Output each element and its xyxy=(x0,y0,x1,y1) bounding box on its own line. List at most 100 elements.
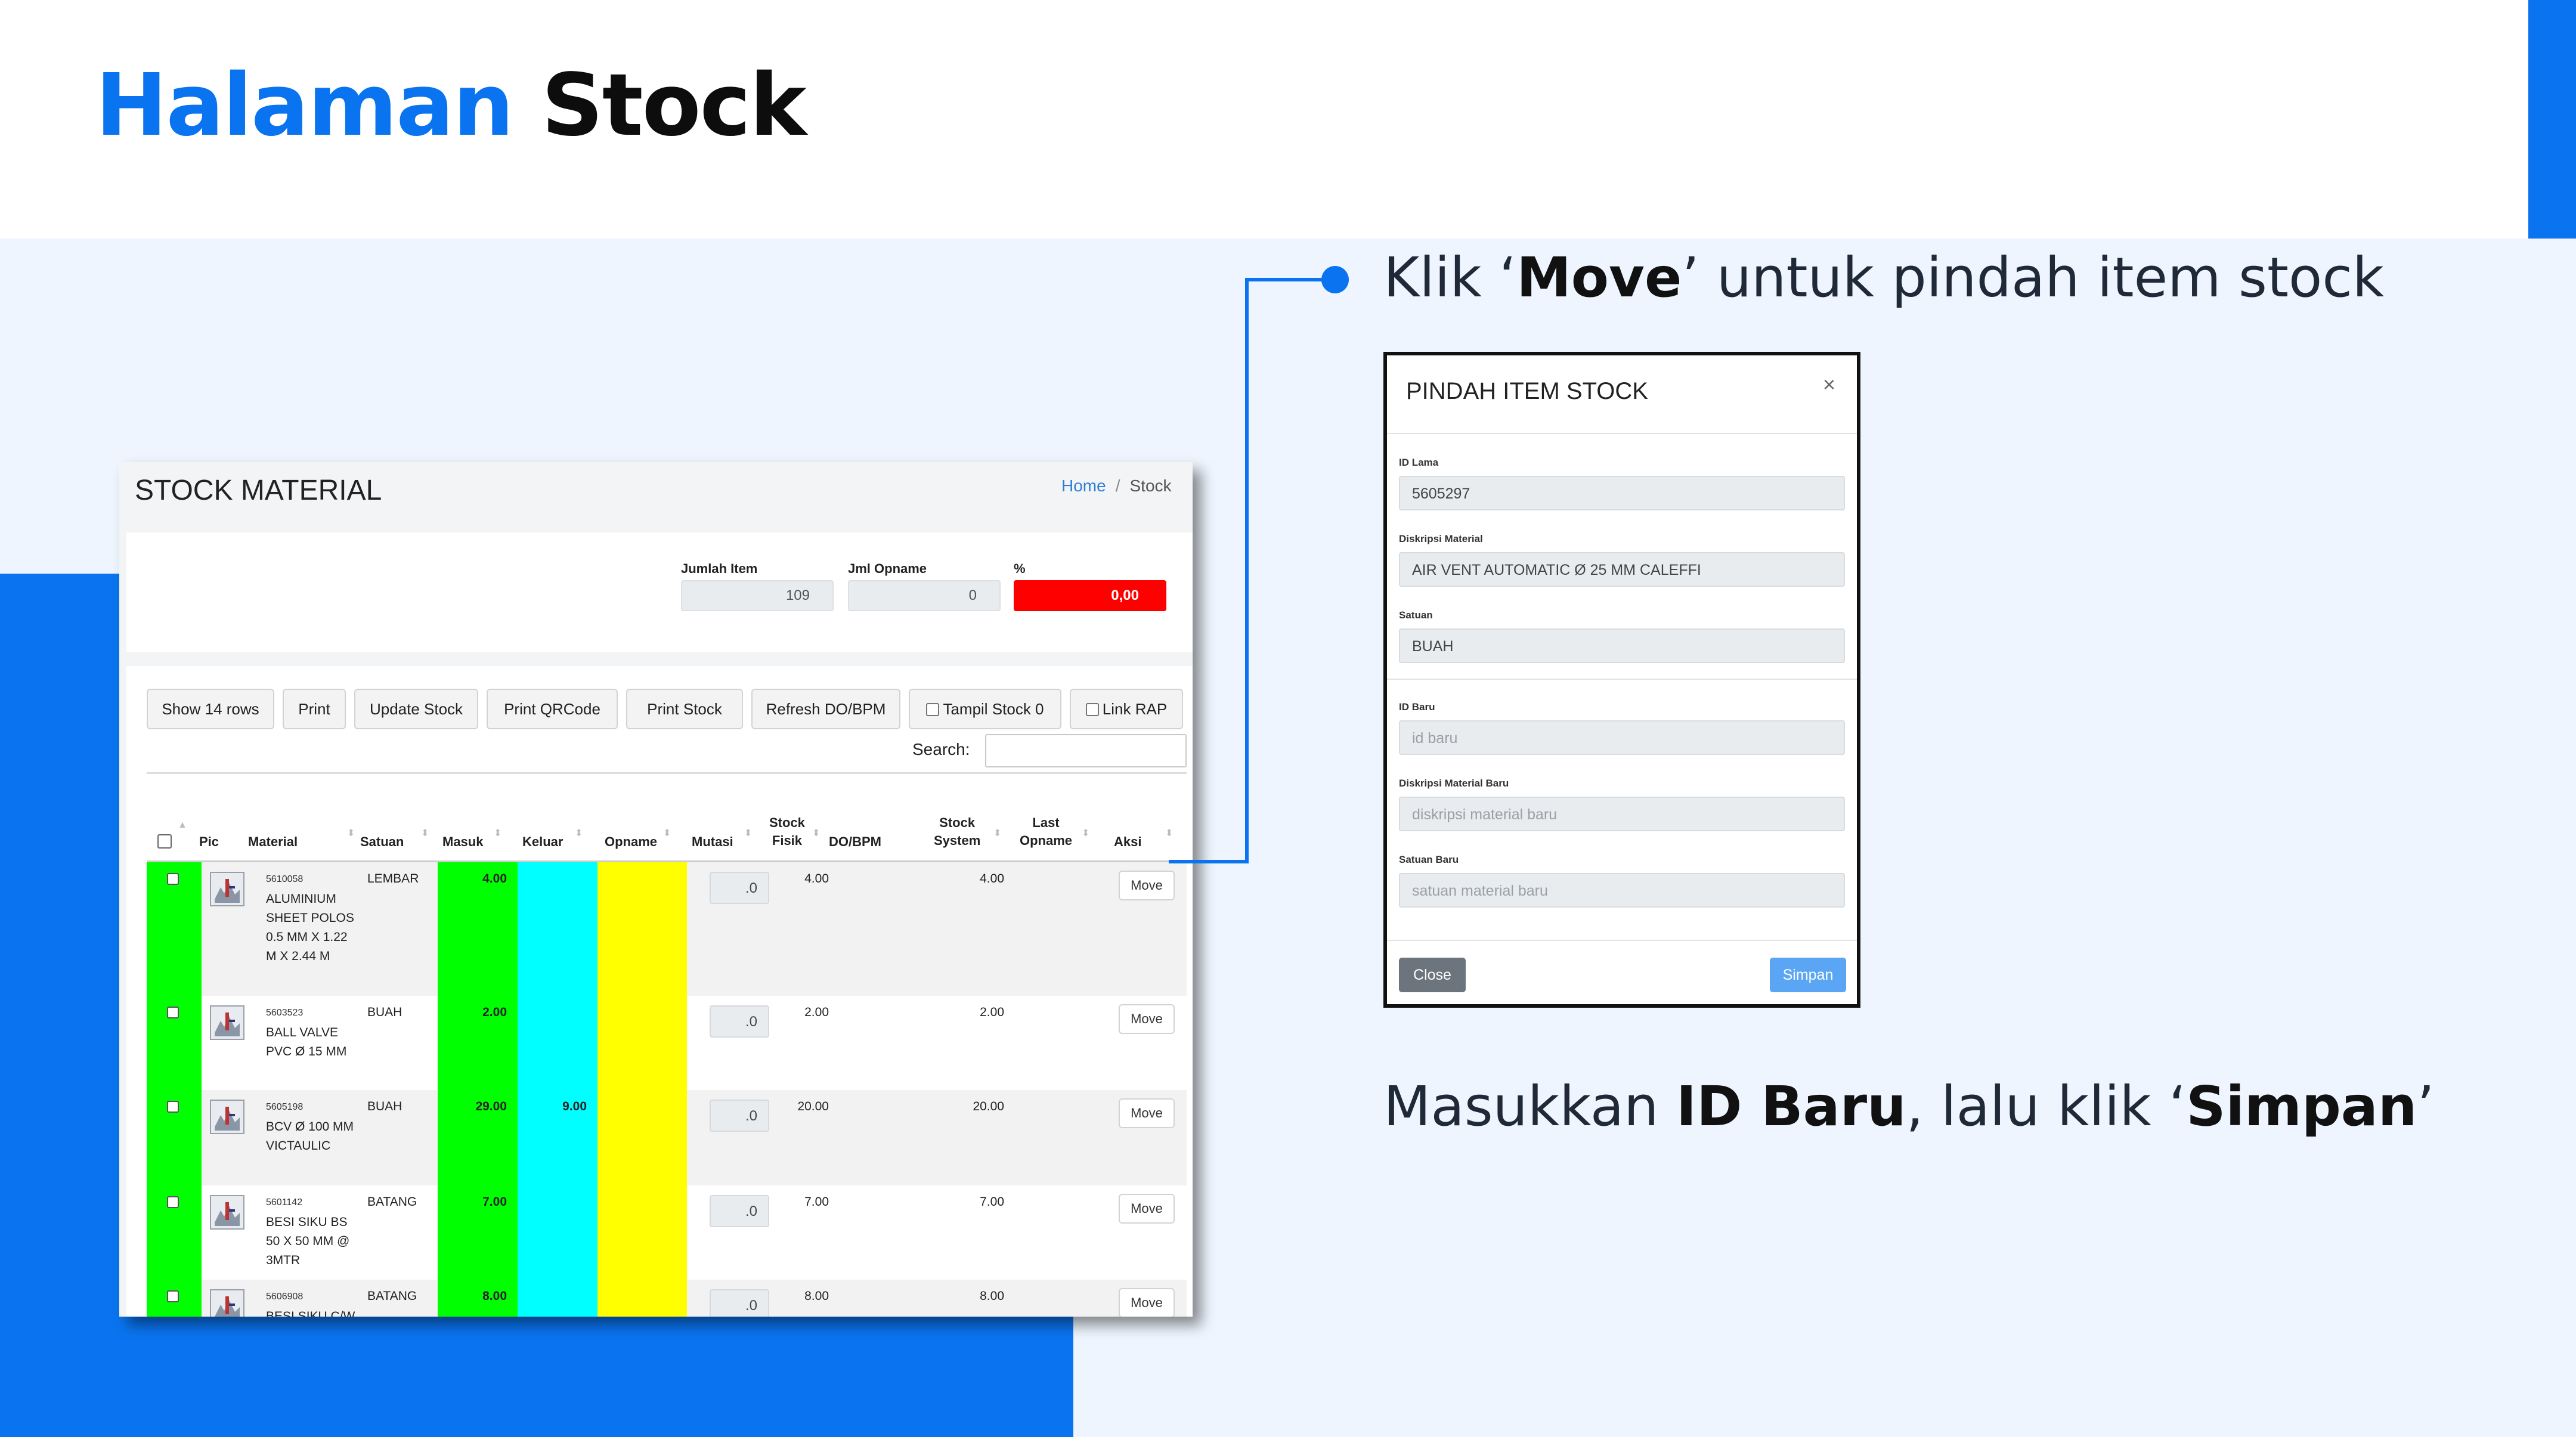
satuan-baru-input[interactable]: satuan material baru xyxy=(1399,873,1845,908)
stock-system-value: 2.00 xyxy=(980,1005,1004,1019)
satuan-cell: BUAH xyxy=(367,1100,402,1113)
masuk-cell: 4.00 xyxy=(438,862,518,996)
material-image[interactable] xyxy=(210,1195,244,1230)
satuan-field[interactable]: BUAH xyxy=(1399,628,1845,663)
mutasi-input[interactable]: .0 xyxy=(710,1005,769,1038)
stock-fisik-value: 2.00 xyxy=(804,1005,829,1019)
tampil-stock-toggle[interactable]: Tampil Stock 0 xyxy=(909,689,1061,729)
satuan-label: Satuan xyxy=(1399,609,1433,621)
stock-fisik-value: 4.00 xyxy=(804,872,829,886)
sort-icon[interactable]: ⬍ xyxy=(421,827,429,839)
table-row: 5601142 BESI SIKU BS 50 X 50 MM @ 3MTR B… xyxy=(147,1185,1187,1280)
mutasi-input[interactable]: .0 xyxy=(710,1100,769,1132)
satuan-cell: BATANG xyxy=(367,1289,417,1303)
header-stock-fisik[interactable]: Stock Fisik xyxy=(769,814,805,850)
masuk-cell: 2.00 xyxy=(438,996,518,1090)
header-do-bpm[interactable]: DO/BPM xyxy=(829,833,881,851)
header-stock-system-line1: Stock xyxy=(939,815,976,830)
row-checkbox[interactable] xyxy=(167,1290,179,1302)
material-code: 5610058 xyxy=(266,874,304,884)
sort-icon[interactable]: ⬍ xyxy=(663,827,671,839)
table-row: 5606908 BESI SIKU C/W BATANG 8.00 .0 8.0… xyxy=(147,1280,1187,1317)
sort-icon[interactable]: ⬍ xyxy=(575,827,583,839)
slide-title-stock: Stock xyxy=(541,55,807,155)
keluar-cell xyxy=(518,1280,597,1317)
mutasi-input[interactable]: .0 xyxy=(710,872,769,904)
header-last-opname[interactable]: Last Opname xyxy=(1020,814,1072,850)
table-row: 5605198 BCV Ø 100 MM VICTAULIC BUAH 29.0… xyxy=(147,1090,1187,1185)
header-satuan[interactable]: Satuan xyxy=(360,833,404,851)
keluar-cell xyxy=(518,1185,597,1280)
header-material[interactable]: Material xyxy=(248,833,298,851)
mutasi-input[interactable]: .0 xyxy=(710,1289,769,1317)
table-row: 5603523 BALL VALVE PVC Ø 15 MM BUAH 2.00… xyxy=(147,996,1187,1090)
material-code: 5601142 xyxy=(266,1197,303,1208)
masuk-cell: 29.00 xyxy=(438,1090,518,1185)
row-checkbox[interactable] xyxy=(167,1007,179,1018)
jumlah-item-label: Jumlah Item xyxy=(681,561,758,576)
material-image[interactable] xyxy=(210,1005,244,1040)
header-mutasi[interactable]: Mutasi xyxy=(692,833,733,851)
sort-icon[interactable]: ⬍ xyxy=(744,827,752,839)
tampil-stock-checkbox[interactable] xyxy=(926,703,940,716)
material-code: 5605198 xyxy=(266,1102,304,1112)
mutasi-input[interactable]: .0 xyxy=(710,1195,769,1227)
id-baru-input[interactable]: id baru xyxy=(1399,720,1845,755)
sort-icon[interactable]: ⬍ xyxy=(1165,827,1173,839)
row-checkbox[interactable] xyxy=(167,873,179,885)
jml-opname-label: Jml Opname xyxy=(848,561,927,576)
callout-simpan-instruction: Masukkan ID Baru, lalu klik ‘Simpan’ xyxy=(1383,1075,2435,1138)
sort-icon[interactable]: ⬍ xyxy=(1082,827,1089,839)
material-code: 5603523 xyxy=(266,1008,304,1018)
refresh-do-bpm-button[interactable]: Refresh DO/BPM xyxy=(751,689,900,729)
callout-bold: ID Baru xyxy=(1676,1075,1906,1138)
header-pic[interactable]: Pic xyxy=(199,833,219,851)
percent-value: 0,00 xyxy=(1014,580,1166,611)
search-input[interactable] xyxy=(985,734,1187,767)
close-button[interactable]: Close xyxy=(1399,958,1466,992)
breadcrumb-home-link[interactable]: Home xyxy=(1061,476,1106,495)
table-row: 5610058 ALUMINIUM SHEET POLOS 0.5 MM X 1… xyxy=(147,862,1187,996)
sort-icon[interactable]: ⬍ xyxy=(812,827,820,839)
link-rap-toggle[interactable]: Link RAP xyxy=(1070,689,1183,729)
diskripsi-material-field[interactable]: AIR VENT AUTOMATIC Ø 25 MM CALEFFI xyxy=(1399,552,1845,587)
move-button[interactable]: Move xyxy=(1119,1004,1175,1034)
header-keluar[interactable]: Keluar xyxy=(522,833,563,851)
header-stock-system-line2: System xyxy=(934,833,981,848)
jumlah-item-value: 109 xyxy=(681,580,834,611)
material-name: BALL VALVE PVC Ø 15 MM xyxy=(266,1026,347,1058)
print-stock-button[interactable]: Print Stock xyxy=(626,689,743,729)
header-last-opname-line1: Last xyxy=(1032,815,1060,830)
link-rap-checkbox[interactable] xyxy=(1085,703,1099,716)
move-button[interactable]: Move xyxy=(1119,1288,1175,1317)
close-icon[interactable]: × xyxy=(1823,372,1835,397)
header-aksi: Aksi xyxy=(1114,834,1142,849)
sort-icon[interactable]: ⬍ xyxy=(347,827,355,839)
callout-connector xyxy=(1169,860,1249,863)
move-button[interactable]: Move xyxy=(1119,1194,1175,1224)
show-rows-button[interactable]: Show 14 rows xyxy=(147,689,274,729)
slide-title: Halaman Stock xyxy=(95,62,807,148)
breadcrumb: Home / Stock xyxy=(1061,476,1193,496)
row-checkbox[interactable] xyxy=(167,1196,179,1208)
sort-icon[interactable]: ⬍ xyxy=(993,827,1001,839)
simpan-button[interactable]: Simpan xyxy=(1770,958,1846,992)
sort-icon[interactable]: ⬍ xyxy=(494,827,501,839)
sort-icon[interactable]: ▲ xyxy=(178,820,187,831)
select-all-checkbox[interactable] xyxy=(157,834,172,849)
keluar-value: 9.00 xyxy=(562,1100,587,1113)
update-stock-button[interactable]: Update Stock xyxy=(354,689,478,729)
row-checkbox[interactable] xyxy=(167,1101,179,1113)
header-stock-system[interactable]: Stock System xyxy=(934,814,980,850)
print-qrcode-button[interactable]: Print QRCode xyxy=(487,689,618,729)
material-image[interactable] xyxy=(210,1289,244,1317)
move-button[interactable]: Move xyxy=(1119,871,1175,900)
material-image[interactable] xyxy=(210,872,244,906)
material-image[interactable] xyxy=(210,1100,244,1134)
print-button[interactable]: Print xyxy=(283,689,346,729)
header-masuk[interactable]: Masuk xyxy=(442,833,483,851)
diskripsi-material-baru-input[interactable]: diskripsi material baru xyxy=(1399,797,1845,831)
id-lama-field[interactable]: 5605297 xyxy=(1399,476,1845,510)
header-opname[interactable]: Opname xyxy=(605,833,657,851)
move-button[interactable]: Move xyxy=(1119,1098,1175,1128)
